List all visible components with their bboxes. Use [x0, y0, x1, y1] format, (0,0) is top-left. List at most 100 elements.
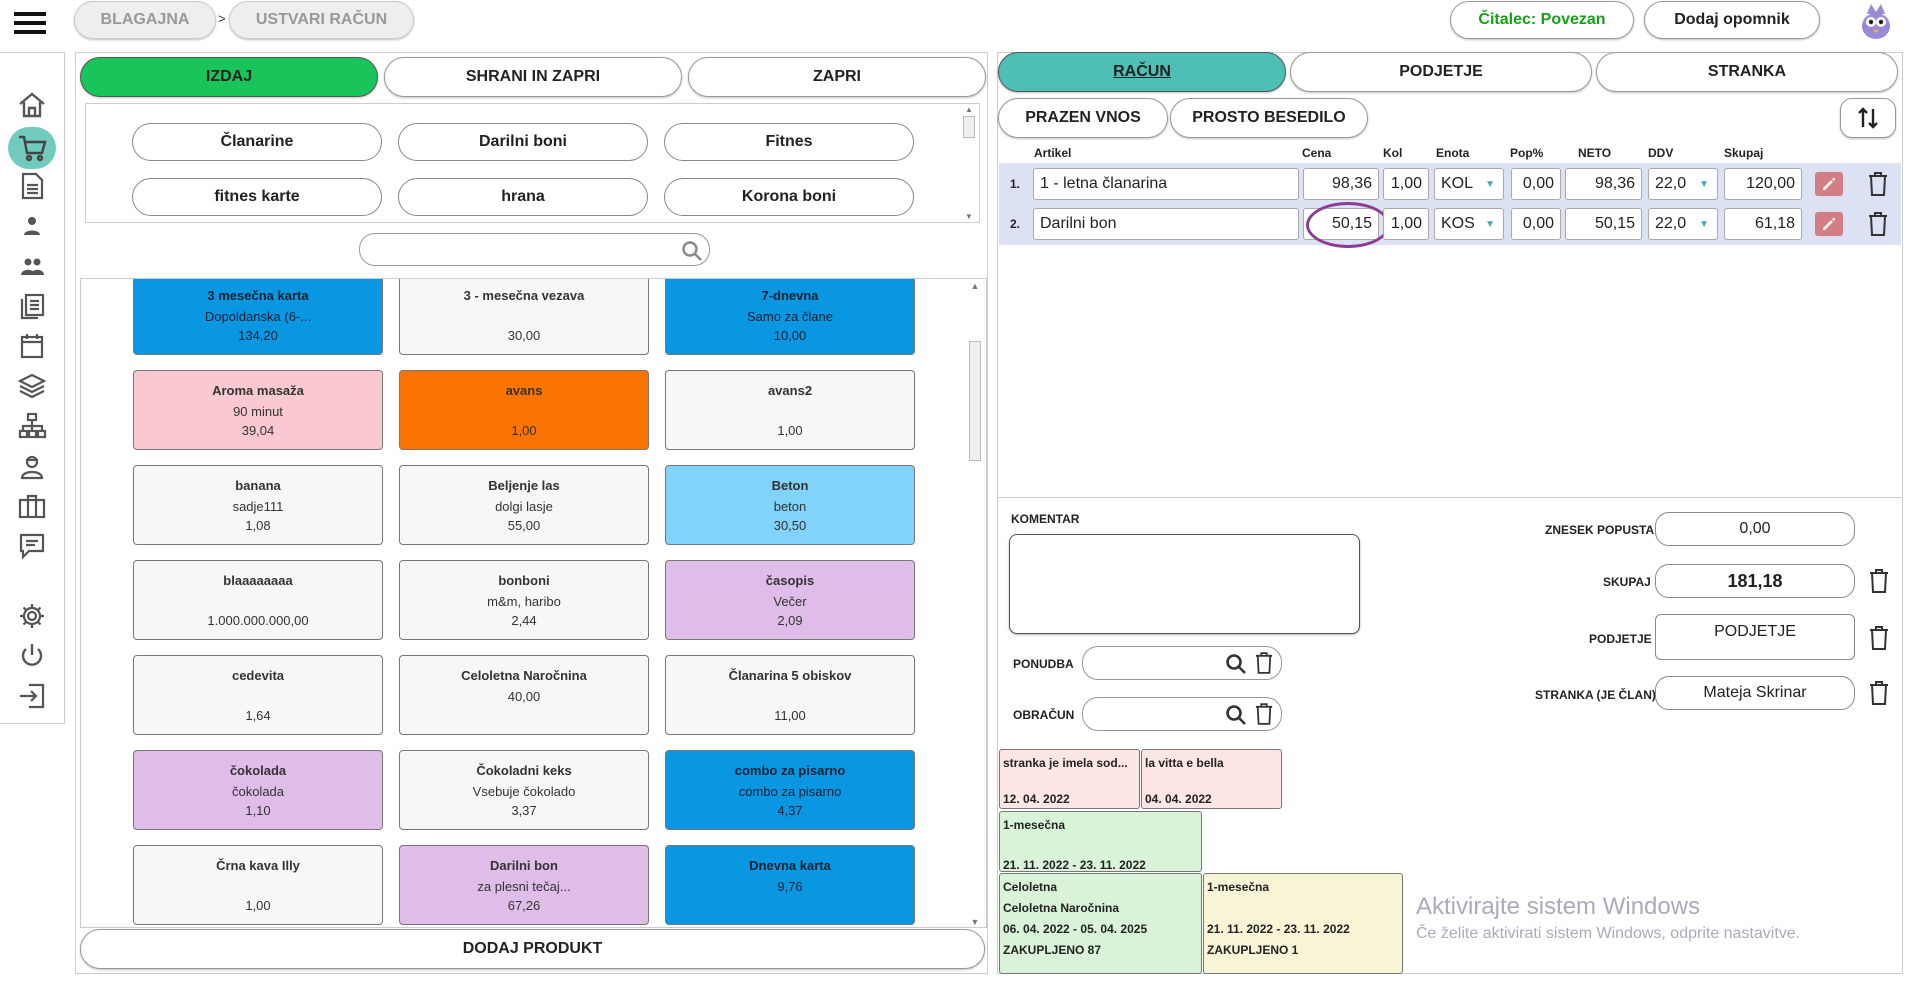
product-tile[interactable]: banana sadje111 1,08	[133, 465, 383, 545]
billing-field[interactable]	[1082, 697, 1282, 731]
gear-icon[interactable]	[8, 599, 56, 633]
layers-icon[interactable]	[8, 369, 56, 403]
offer-field[interactable]	[1082, 646, 1282, 680]
category-button[interactable]: fitnes karte	[132, 178, 382, 216]
calendar-icon[interactable]	[8, 329, 56, 363]
product-tile[interactable]: Celoletna Naročnina 40,00	[399, 655, 649, 735]
unit-select[interactable]: KOL ▼	[1434, 168, 1504, 200]
sitemap-icon[interactable]	[8, 409, 56, 443]
breadcrumb-blagajna[interactable]: BLAGAJNA	[74, 1, 216, 39]
person-icon[interactable]	[8, 209, 56, 243]
membership-card[interactable]: 1-mesečna 21. 11. 2022 - 23. 11. 2022 ZA…	[1203, 873, 1403, 974]
product-tile[interactable]: 3 mesečna karta Dopoldanska (6-... 134,20	[133, 279, 383, 355]
logout-icon[interactable]	[8, 679, 56, 713]
product-tile[interactable]: Beton beton 30,50	[665, 465, 915, 545]
product-tile[interactable]: Čokoladni keks Vsebuje čokolado 3,37	[399, 750, 649, 830]
quantity-field[interactable]: 1,00	[1383, 208, 1429, 240]
product-tile[interactable]: avans 1,00	[399, 370, 649, 450]
quantity-field[interactable]: 1,00	[1383, 168, 1429, 200]
customer-note[interactable]: la vitta e bella 04. 04. 2022	[1141, 749, 1282, 809]
category-scrollbar[interactable]: ▲ ▼	[962, 105, 976, 221]
edit-icon[interactable]	[1815, 212, 1843, 236]
product-tile[interactable]: Črna kava Illy 1,00	[133, 845, 383, 925]
membership-card[interactable]: Celoletna Celoletna Naročnina 06. 04. 20…	[999, 873, 1202, 974]
product-search[interactable]	[359, 233, 710, 266]
category-button[interactable]: Korona boni	[664, 178, 914, 216]
breadcrumb-ustvari-racun[interactable]: USTVARI RAČUN	[229, 1, 414, 39]
discount-amount-field[interactable]: 0,00	[1655, 512, 1855, 546]
product-tile[interactable]: čokolada čokolada 1,10	[133, 750, 383, 830]
worker-icon[interactable]	[8, 449, 56, 483]
tab-invoice[interactable]: RAČUN	[998, 52, 1286, 92]
trash-icon[interactable]	[1869, 681, 1889, 705]
category-button[interactable]: hrana	[398, 178, 648, 216]
power-icon[interactable]	[8, 639, 56, 673]
article-field[interactable]: Darilni bon	[1033, 208, 1299, 240]
chat-icon[interactable]	[8, 529, 56, 563]
copy-icon[interactable]	[8, 289, 56, 323]
comment-textarea[interactable]	[1009, 534, 1360, 634]
people-icon[interactable]	[8, 249, 56, 283]
customer-note[interactable]: stranka je imela sod... 12. 04. 2022	[999, 749, 1140, 809]
edit-icon[interactable]	[1815, 172, 1843, 196]
membership-card[interactable]: 1-mesečna 21. 11. 2022 - 23. 11. 2022	[999, 811, 1202, 872]
tab-company[interactable]: PODJETJE	[1290, 52, 1592, 92]
product-tile[interactable]: avans2 1,00	[665, 370, 915, 450]
sort-button[interactable]	[1840, 98, 1896, 138]
product-tile[interactable]: Darilni bon za plesni tečaj... 67,26	[399, 845, 649, 925]
reader-status-button[interactable]: Čitalec: Povezan	[1450, 1, 1634, 39]
category-button[interactable]: Darilni boni	[398, 123, 648, 161]
add-product-button[interactable]: DODAJ PRODUKT	[80, 929, 985, 969]
product-tile[interactable]: Aroma masaža 90 minut 39,04	[133, 370, 383, 450]
close-button[interactable]: ZAPRI	[688, 57, 986, 97]
net-field[interactable]: 98,36	[1565, 168, 1642, 200]
trash-icon[interactable]	[1869, 626, 1889, 650]
search-input[interactable]	[370, 239, 670, 261]
issue-button[interactable]: IZDAJ	[80, 57, 378, 97]
briefcase-icon[interactable]	[8, 489, 56, 523]
net-field[interactable]: 50,15	[1565, 208, 1642, 240]
home-icon[interactable]	[8, 88, 56, 122]
trash-icon[interactable]	[1255, 652, 1273, 674]
search-icon[interactable]	[681, 240, 703, 262]
free-text-button[interactable]: PROSTO BESEDILO	[1170, 98, 1368, 138]
document-icon[interactable]	[8, 169, 56, 203]
save-close-button[interactable]: SHRANI IN ZAPRI	[384, 57, 682, 97]
discount-field[interactable]: 0,00	[1511, 208, 1561, 240]
vat-select[interactable]: 22,0 ▼	[1648, 168, 1718, 200]
company-field[interactable]: PODJETJE	[1655, 614, 1855, 660]
trash-icon[interactable]	[1868, 212, 1888, 236]
vat-select[interactable]: 22,0 ▼	[1648, 208, 1718, 240]
cart-icon[interactable]	[8, 131, 56, 165]
price-field[interactable]: 98,36	[1303, 168, 1379, 200]
total-field[interactable]: 61,18	[1724, 208, 1802, 240]
product-tile[interactable]: bonboni m&m, haribo 2,44	[399, 560, 649, 640]
product-tile[interactable]: Dnevna karta 9,76	[665, 845, 915, 925]
product-tile[interactable]: časopis Večer 2,09	[665, 560, 915, 640]
product-tile[interactable]: 7-dnevna Samo za člane 10,00	[665, 279, 915, 355]
product-tile[interactable]: blaaaaaaaa 1.000.000.000,00	[133, 560, 383, 640]
discount-field[interactable]: 0,00	[1511, 168, 1561, 200]
product-scrollbar[interactable]: ▲ ▼	[967, 281, 983, 927]
avatar[interactable]	[1858, 2, 1894, 40]
category-button[interactable]: Članarine	[132, 123, 382, 161]
unit-select[interactable]: KOS ▼	[1434, 208, 1504, 240]
tab-customer[interactable]: STRANKA	[1596, 52, 1898, 92]
product-tile[interactable]: combo za pisarno combo za pisarno 4,37	[665, 750, 915, 830]
product-tile[interactable]: 3 - mesečna vezava 30,00	[399, 279, 649, 355]
article-field[interactable]: 1 - letna članarina	[1033, 168, 1299, 200]
product-tile[interactable]: cedevita 1,64	[133, 655, 383, 735]
trash-icon[interactable]	[1868, 172, 1888, 196]
add-reminder-button[interactable]: Dodaj opomnik	[1644, 1, 1820, 39]
category-button[interactable]: Fitnes	[664, 123, 914, 161]
trash-icon[interactable]	[1869, 569, 1889, 593]
total-field[interactable]: 120,00	[1724, 168, 1802, 200]
product-tile[interactable]: Članarina 5 obiskov 11,00	[665, 655, 915, 735]
hamburger-menu-icon[interactable]	[14, 12, 46, 34]
customer-field[interactable]: Mateja Skrinar	[1655, 676, 1855, 710]
trash-icon[interactable]	[1255, 703, 1273, 725]
search-icon[interactable]	[1225, 653, 1247, 675]
product-tile[interactable]: Beljenje las dolgi lasje 55,00	[399, 465, 649, 545]
empty-entry-button[interactable]: PRAZEN VNOS	[998, 98, 1168, 138]
search-icon[interactable]	[1225, 704, 1247, 726]
